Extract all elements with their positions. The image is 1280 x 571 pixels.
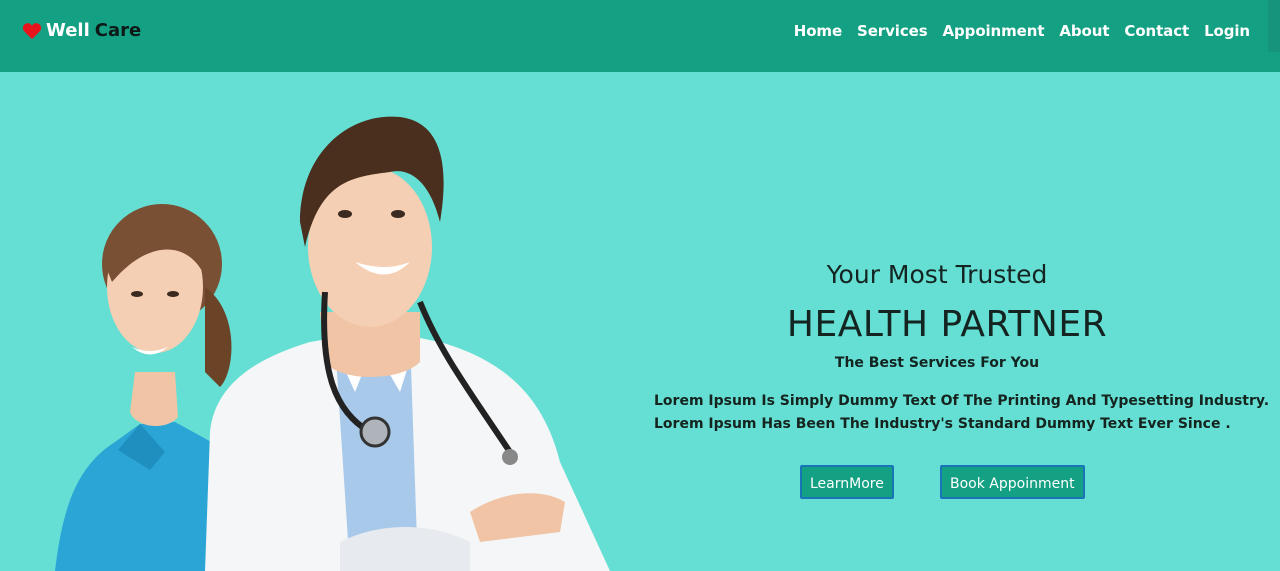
hero-section: Your Most Trusted HEALTH PARTNER The Bes… bbox=[640, 72, 1280, 571]
hero-description: Lorem Ipsum Is Simply Dummy Text Of The … bbox=[654, 390, 1274, 436]
main-nav: Home Services Appoinment About Contact L… bbox=[794, 22, 1250, 40]
brand-name-first: Well bbox=[46, 20, 90, 41]
hero-subtitle: Your Most Trusted bbox=[826, 260, 1048, 289]
doctor-figure bbox=[205, 116, 610, 571]
nav-home[interactable]: Home bbox=[794, 22, 842, 40]
nav-contact[interactable]: Contact bbox=[1124, 22, 1189, 40]
hero-description-line-2: Lorem Ipsum Has Been The Industry's Stan… bbox=[654, 416, 1231, 432]
brand-logo[interactable]: Well Care bbox=[22, 20, 141, 41]
nav-services[interactable]: Services bbox=[857, 22, 928, 40]
nav-about[interactable]: About bbox=[1059, 22, 1109, 40]
hero-description-line-1: Lorem Ipsum Is Simply Dummy Text Of The … bbox=[654, 393, 1270, 409]
book-appoinment-button[interactable]: Book Appoinment bbox=[940, 465, 1085, 499]
hero-tagline: The Best Services For You bbox=[834, 355, 1040, 371]
navbar: Well Care Home Services Appoinment About… bbox=[0, 0, 1280, 72]
brand-name-second: Care bbox=[94, 20, 142, 41]
learn-more-button[interactable]: LearnMore bbox=[800, 465, 894, 499]
nav-appoinment[interactable]: Appoinment bbox=[943, 22, 1045, 40]
nurse-figure bbox=[55, 204, 232, 571]
nav-login[interactable]: Login bbox=[1204, 22, 1250, 40]
doctors-image bbox=[55, 116, 610, 571]
hero-title: HEALTH PARTNER bbox=[786, 304, 1108, 345]
heart-icon bbox=[22, 22, 42, 39]
